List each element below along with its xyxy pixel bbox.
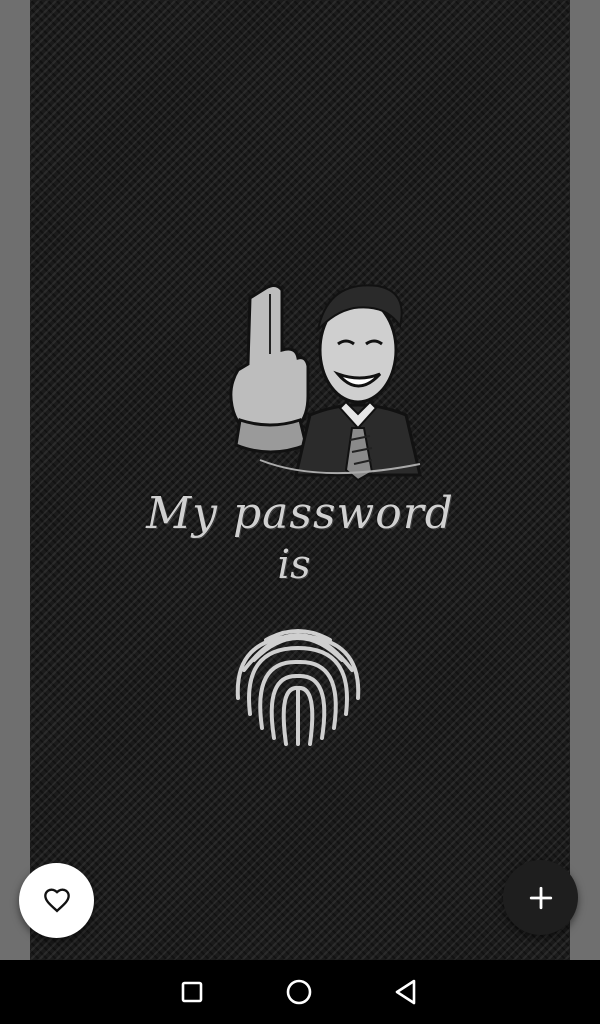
- circle-icon: [286, 979, 312, 1005]
- plus-icon: [529, 886, 552, 909]
- system-navigation-bar: [0, 960, 600, 1024]
- caption-line-2: is: [277, 542, 311, 588]
- home-button[interactable]: [279, 972, 319, 1012]
- favorite-button[interactable]: [19, 863, 94, 938]
- caption-line-1: My password: [146, 488, 454, 539]
- screen: My password is: [0, 0, 600, 1024]
- wallpaper-preview: My password is: [30, 0, 570, 960]
- square-icon: [181, 981, 203, 1003]
- heart-outline-icon: [43, 888, 70, 913]
- vintage-man-illustration: [229, 283, 422, 482]
- add-button[interactable]: [503, 860, 578, 935]
- fingerprint-icon: [235, 629, 361, 746]
- recents-button[interactable]: [172, 972, 212, 1012]
- back-button[interactable]: [386, 972, 426, 1012]
- triangle-back-icon: [395, 979, 416, 1005]
